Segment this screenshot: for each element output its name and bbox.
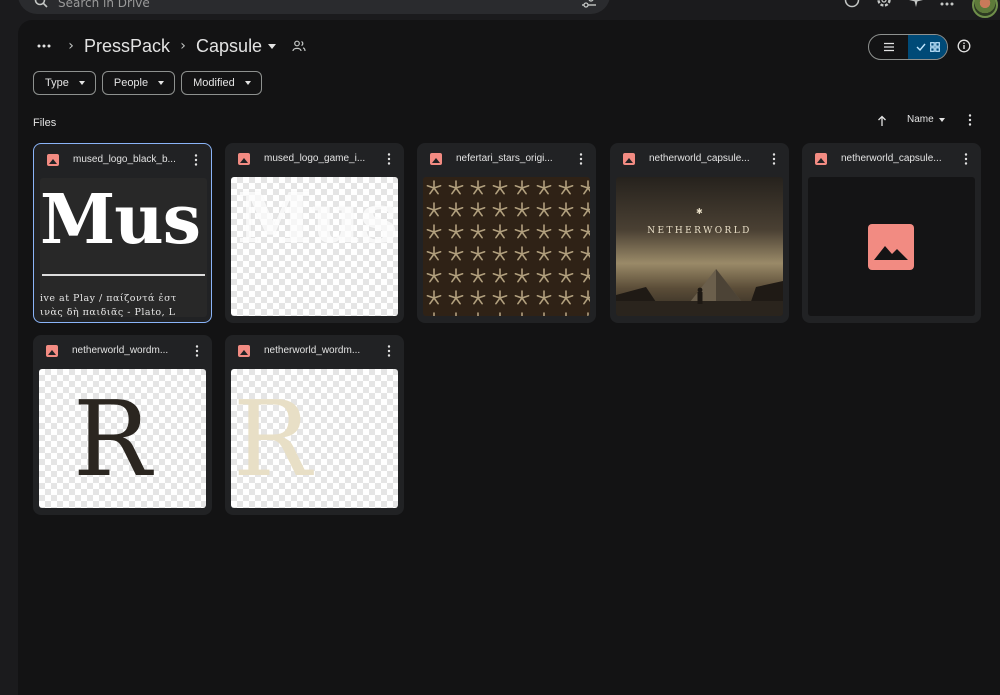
file-card-header: netherworld_capsule... — [802, 143, 981, 175]
file-thumbnail: Mus ive at Play / παίζοντά ἐστ ινὰς δὴ π… — [40, 178, 207, 317]
grid-view-button[interactable] — [908, 35, 947, 59]
file-name: netherworld_capsule... — [649, 153, 750, 164]
file-thumbnail: Mus — [231, 177, 398, 316]
sort-by-name-button[interactable]: Name — [907, 114, 945, 125]
type-filter-chip[interactable]: Type — [33, 71, 96, 95]
image-file-icon — [815, 153, 827, 165]
file-card-header: netherworld_capsule... — [610, 143, 789, 175]
file-card[interactable]: netherworld_capsule... — [802, 143, 981, 323]
settings-icon[interactable] — [876, 0, 892, 8]
image-file-icon — [46, 345, 58, 357]
sort-direction-button[interactable] — [874, 113, 890, 129]
list-view-icon — [883, 42, 894, 52]
logo-wordmark: Mus — [40, 180, 201, 260]
pyramid-scene — [616, 269, 783, 316]
people-icon[interactable] — [290, 37, 308, 55]
wordmark-letter-dark: R — [73, 378, 152, 500]
image-file-icon — [623, 153, 635, 165]
file-name: mused_logo_black_b... — [73, 154, 176, 165]
chevron-right-icon: › — [68, 38, 74, 54]
main-panel: › PressPack › Capsule Type People Modifi… — [18, 20, 1000, 695]
image-placeholder-icon — [868, 224, 914, 270]
more-vert-icon[interactable] — [767, 151, 781, 167]
file-card[interactable]: netherworld_capsule... ✱ NETHERWORLD — [610, 143, 789, 323]
more-vert-icon[interactable] — [382, 151, 396, 167]
wordmark-letter-cream: R — [233, 378, 312, 500]
file-card[interactable]: nefertari_stars_origi... — [417, 143, 596, 323]
filter-chips: Type People Modified — [33, 71, 262, 95]
breadcrumb-presspack[interactable]: PressPack — [84, 36, 170, 57]
view-toggle — [868, 34, 948, 60]
chevron-right-icon: › — [180, 38, 186, 54]
caret-down-icon — [244, 81, 251, 85]
file-card-header: mused_logo_game_i... — [225, 143, 404, 175]
type-filter-label: Type — [45, 77, 69, 89]
logo-wordmark-faint: Mus — [237, 179, 398, 259]
image-file-icon — [238, 345, 250, 357]
file-thumbnail: R — [231, 369, 398, 508]
modified-filter-chip[interactable]: Modified — [181, 71, 262, 95]
search-icon — [34, 0, 48, 8]
stars-pattern — [423, 177, 590, 316]
search-bar[interactable]: Search in Drive — [18, 0, 610, 14]
more-vert-icon[interactable] — [382, 343, 396, 359]
file-name: mused_logo_game_i... — [264, 153, 366, 164]
help-icon[interactable] — [844, 0, 860, 8]
info-button[interactable] — [954, 36, 974, 56]
grid-view-icon — [929, 42, 940, 52]
file-name: netherworld_wordm... — [72, 345, 169, 356]
more-horiz-icon — [37, 44, 51, 48]
caret-down-icon — [268, 43, 277, 49]
caret-down-icon — [78, 81, 85, 85]
file-card-header: netherworld_wordm... — [33, 335, 212, 367]
file-card-header: mused_logo_black_b... — [34, 144, 211, 176]
list-view-button[interactable] — [869, 35, 908, 59]
search-input[interactable]: Search in Drive — [58, 0, 150, 10]
modified-filter-label: Modified — [193, 77, 235, 89]
more-vert-icon[interactable] — [190, 343, 204, 359]
logo-caption-line-2: ινὰς δὴ παιδιᾶς - Plato, L — [40, 307, 176, 317]
sort-label: Name — [907, 114, 934, 125]
more-vert-icon[interactable] — [189, 152, 203, 168]
file-thumbnail: R — [39, 369, 206, 508]
divider-line — [42, 274, 205, 276]
more-vert-icon — [968, 114, 972, 126]
breadcrumb-more-button[interactable] — [30, 34, 58, 58]
files-heading: Files — [33, 117, 57, 129]
file-card-header: netherworld_wordm... — [225, 335, 404, 367]
file-name: netherworld_wordm... — [264, 345, 361, 356]
check-icon — [916, 43, 926, 51]
image-file-icon — [430, 153, 442, 165]
breadcrumb-current-folder[interactable]: Capsule — [196, 35, 277, 57]
caret-down-icon — [158, 81, 165, 85]
image-file-icon — [238, 153, 250, 165]
more-vert-icon[interactable] — [959, 151, 973, 167]
file-thumbnail — [423, 177, 590, 316]
avatar[interactable] — [972, 0, 998, 18]
image-file-icon — [47, 154, 59, 166]
more-vert-icon[interactable] — [574, 151, 588, 167]
people-filter-chip[interactable]: People — [101, 71, 176, 95]
file-card[interactable]: netherworld_wordm... R — [225, 335, 404, 515]
apps-icon[interactable] — [940, 0, 954, 8]
file-card[interactable]: mused_logo_game_i... Mus — [225, 143, 404, 323]
logo-caption-line-1: ive at Play / παίζοντά ἐστ — [40, 293, 177, 304]
info-icon — [957, 39, 971, 53]
file-card[interactable]: mused_logo_black_b... Mus ive at Play / … — [33, 143, 212, 323]
file-name: nefertari_stars_origi... — [456, 153, 553, 164]
top-bar: Search in Drive — [0, 0, 1000, 18]
breadcrumb: › PressPack › Capsule — [30, 34, 308, 58]
file-name: netherworld_capsule... — [841, 153, 942, 164]
file-card-header: nefertari_stars_origi... — [417, 143, 596, 175]
sparkle-icon[interactable] — [908, 0, 924, 8]
file-card[interactable]: netherworld_wordm... R — [33, 335, 212, 515]
file-thumbnail: ✱ NETHERWORLD — [616, 177, 783, 316]
file-thumbnail — [808, 177, 975, 316]
arrow-up-icon — [878, 115, 886, 126]
current-folder-label: Capsule — [196, 35, 263, 56]
more-options-button[interactable] — [962, 112, 978, 128]
people-filter-label: People — [113, 77, 149, 89]
tune-icon[interactable] — [582, 0, 596, 8]
caret-down-icon — [938, 117, 945, 122]
